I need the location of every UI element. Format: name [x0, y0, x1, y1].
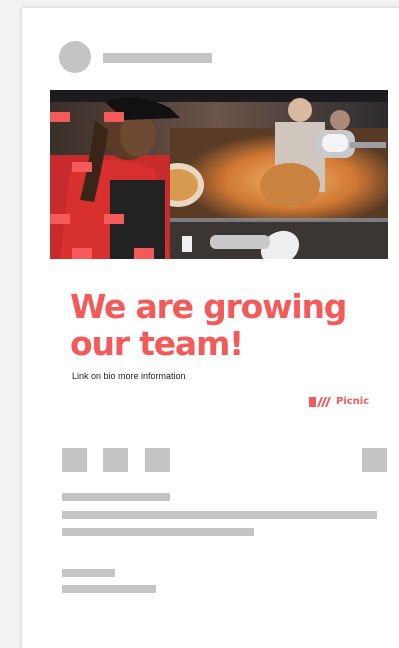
comment-text-placeholder: [62, 585, 156, 593]
likes-placeholder: [62, 493, 170, 501]
brand-name: Picnic: [336, 396, 370, 407]
post-image: [50, 90, 388, 259]
info-text: Link on bio more information: [72, 371, 186, 381]
headline-line-1: We are growing: [70, 287, 347, 326]
comment-author-placeholder: [62, 569, 115, 577]
post-card: We are growing our team! Link on bio mor…: [22, 8, 399, 648]
username-placeholder[interactable]: [103, 53, 212, 63]
share-button-placeholder[interactable]: [145, 448, 170, 472]
save-button-placeholder[interactable]: [362, 448, 387, 472]
avatar-placeholder[interactable]: [59, 41, 91, 73]
post-image-illustration: [50, 90, 388, 259]
stripes-logo-icon: [309, 396, 331, 407]
like-button-placeholder[interactable]: [62, 448, 87, 472]
headline-line-2: our team!: [70, 324, 244, 363]
headline: We are growing our team!: [70, 288, 370, 362]
brand: Picnic: [309, 396, 369, 407]
caption-placeholder-line-1: [62, 511, 377, 519]
caption-placeholder-line-2: [62, 528, 254, 536]
comment-button-placeholder[interactable]: [103, 448, 128, 472]
